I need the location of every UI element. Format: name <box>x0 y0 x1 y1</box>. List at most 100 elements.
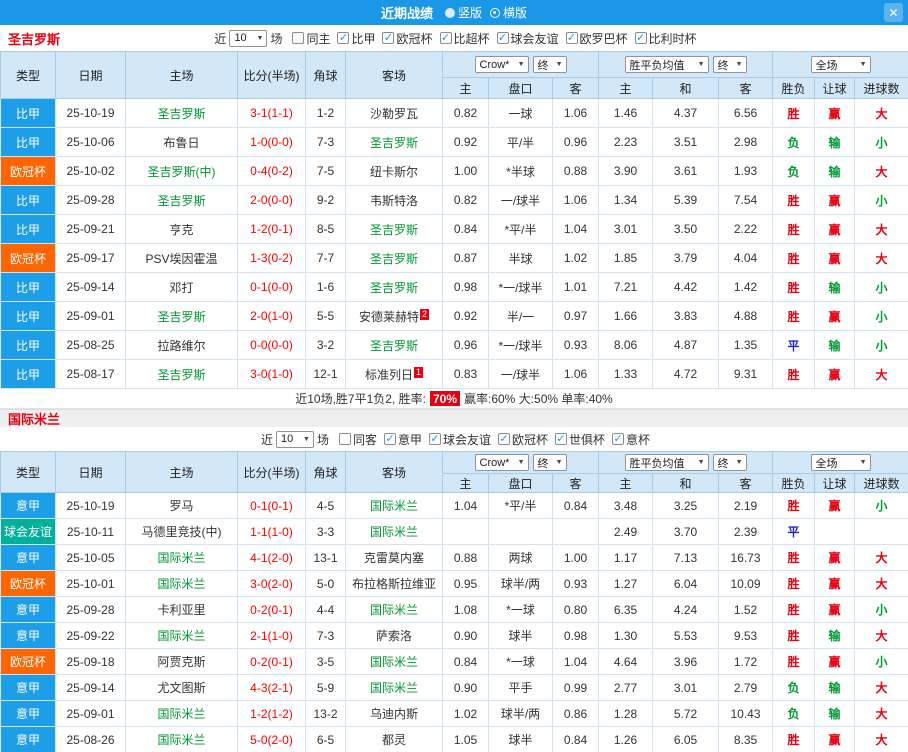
asia-final-select[interactable]: 终 ▼ <box>532 56 567 73</box>
cell-home-team[interactable]: 国际米兰 <box>125 544 238 571</box>
cell-score[interactable]: 1-1(1-0) <box>237 518 306 545</box>
europe-avg-select[interactable]: 胜平负均值 ▼ <box>624 454 709 471</box>
checkbox-icon[interactable]: ✓ <box>337 32 350 44</box>
filter-checkbox[interactable]: 同客 <box>338 431 377 448</box>
cell-home-team[interactable]: 圣吉罗斯 <box>125 359 238 389</box>
cell-home-team[interactable]: 尤文图斯 <box>125 674 238 701</box>
odds-company-select[interactable]: Crow* ▼ <box>474 454 529 471</box>
cell-home-team[interactable]: 罗马 <box>125 492 238 519</box>
checkbox-icon[interactable]: ✓ <box>634 32 647 44</box>
europe-final-select[interactable]: 终 ▼ <box>712 454 747 471</box>
cell-score[interactable]: 1-3(0-2) <box>237 243 306 273</box>
cell-score[interactable]: 1-2(1-2) <box>237 700 306 727</box>
cell-away-team[interactable]: 纽卡斯尔 <box>345 156 443 186</box>
filter-checkbox[interactable]: ✓ 欧罗巴杯 <box>565 30 628 47</box>
checkbox-icon[interactable]: ✓ <box>498 433 511 445</box>
filter-checkbox[interactable]: ✓ 球会友谊 <box>496 30 559 47</box>
odds-company-select[interactable]: Crow* ▼ <box>474 56 529 73</box>
cell-score[interactable]: 2-0(0-0) <box>237 185 306 215</box>
checkbox-icon[interactable]: ✓ <box>565 32 578 44</box>
full-match-select[interactable]: 全场 ▼ <box>810 454 871 471</box>
close-icon[interactable]: ✕ <box>884 3 903 22</box>
cell-away-team[interactable]: 萨索洛 <box>345 622 443 649</box>
cell-home-team[interactable]: 圣吉罗斯(中) <box>125 156 238 186</box>
filter-checkbox[interactable]: ✓ 比超杯 <box>439 30 490 47</box>
cell-score[interactable]: 0-1(0-0) <box>237 272 306 302</box>
filter-checkbox[interactable]: ✓ 意杯 <box>612 431 650 448</box>
cell-away-team[interactable]: 布拉格斯拉维亚 <box>345 570 443 597</box>
europe-avg-select[interactable]: 胜平负均值 ▼ <box>624 56 709 73</box>
cell-home-team[interactable]: 圣吉罗斯 <box>125 185 238 215</box>
match-count-select[interactable]: 10 ▼ <box>229 29 268 47</box>
match-count-select[interactable]: 10 ▼ <box>275 430 314 448</box>
cell-home-team[interactable]: 邓打 <box>125 272 238 302</box>
cell-score[interactable]: 1-0(0-0) <box>237 127 306 157</box>
cell-away-team[interactable]: 克雷莫内塞 <box>345 544 443 571</box>
filter-checkbox[interactable]: ✓ 球会友谊 <box>429 431 491 448</box>
filter-checkbox[interactable]: ✓ 意甲 <box>383 431 422 448</box>
cell-score[interactable]: 4-3(2-1) <box>237 674 306 701</box>
cell-away-team[interactable]: 安德莱赫特 2 <box>345 301 443 331</box>
cell-away-team[interactable]: 乌迪内斯 <box>345 700 443 727</box>
cell-score[interactable]: 2-1(1-0) <box>237 622 306 649</box>
cell-away-team[interactable]: 圣吉罗斯 <box>345 127 443 157</box>
checkbox-icon[interactable] <box>338 433 351 445</box>
cell-home-team[interactable]: 圣吉罗斯 <box>125 98 238 128</box>
full-match-select[interactable]: 全场 ▼ <box>810 56 871 73</box>
cell-score[interactable]: 0-2(0-1) <box>237 648 306 675</box>
cell-score[interactable]: 3-0(1-0) <box>237 359 306 389</box>
cell-away-team[interactable]: 圣吉罗斯 <box>345 272 443 302</box>
checkbox-icon[interactable] <box>292 32 305 44</box>
filter-checkbox[interactable]: ✓ 比甲 <box>337 30 375 47</box>
cell-score[interactable]: 3-0(2-0) <box>237 570 306 597</box>
cell-score[interactable]: 4-1(2-0) <box>237 544 306 571</box>
filter-checkbox[interactable]: 同主 <box>292 30 330 47</box>
cell-home-team[interactable]: 国际米兰 <box>125 700 238 727</box>
cell-home-team[interactable]: 阿贾克斯 <box>125 648 238 675</box>
cell-score[interactable]: 0-1(0-1) <box>237 492 306 519</box>
checkbox-icon[interactable]: ✓ <box>612 433 625 445</box>
filter-checkbox[interactable]: ✓ 比利时杯 <box>634 30 697 47</box>
checkbox-icon[interactable]: ✓ <box>439 32 452 44</box>
cell-away-team[interactable]: 圣吉罗斯 <box>345 214 443 244</box>
cell-away-team[interactable]: 国际米兰 <box>345 596 443 623</box>
cell-away-team[interactable]: 沙勒罗瓦 <box>345 98 443 128</box>
view-mode-radio[interactable]: 横版 <box>490 4 527 21</box>
checkbox-icon[interactable]: ✓ <box>496 32 509 44</box>
filter-checkbox[interactable]: ✓ 欧冠杯 <box>382 30 433 47</box>
cell-away-team[interactable]: 国际米兰 <box>345 518 443 545</box>
cell-away-team[interactable]: 韦斯特洛 <box>345 185 443 215</box>
view-mode-radio[interactable]: 竖版 <box>444 4 482 21</box>
cell-score[interactable]: 0-0(0-0) <box>237 330 306 360</box>
cell-away-team[interactable]: 圣吉罗斯 <box>345 243 443 273</box>
cell-score[interactable]: 5-0(2-0) <box>237 726 306 752</box>
cell-home-team[interactable]: 国际米兰 <box>125 622 238 649</box>
cell-score[interactable]: 0-2(0-1) <box>237 596 306 623</box>
cell-home-team[interactable]: 圣吉罗斯 <box>125 301 238 331</box>
cell-score[interactable]: 1-2(0-1) <box>237 214 306 244</box>
cell-home-team[interactable]: 布鲁日 <box>125 127 238 157</box>
cell-away-team[interactable]: 国际米兰 <box>345 674 443 701</box>
cell-home-team[interactable]: 国际米兰 <box>125 726 238 752</box>
cell-score[interactable]: 2-0(1-0) <box>237 301 306 331</box>
filter-checkbox[interactable]: ✓ 欧冠杯 <box>498 431 548 448</box>
cell-score[interactable]: 0-4(0-2) <box>237 156 306 186</box>
cell-away-team[interactable]: 国际米兰 <box>345 492 443 519</box>
filter-checkbox[interactable]: ✓ 世俱杯 <box>555 431 605 448</box>
cell-home-team[interactable]: 马德里竞技(中) <box>125 518 238 545</box>
cell-away-team[interactable]: 都灵 <box>345 726 443 752</box>
checkbox-icon[interactable]: ✓ <box>429 433 441 445</box>
checkbox-icon[interactable]: ✓ <box>382 32 395 44</box>
cell-away-team[interactable]: 圣吉罗斯 <box>345 330 443 360</box>
cell-home-team[interactable]: 国际米兰 <box>125 570 238 597</box>
cell-home-team[interactable]: 卡利亚里 <box>125 596 238 623</box>
cell-away-team[interactable]: 标准列日 1 <box>345 359 443 389</box>
cell-score[interactable]: 3-1(1-1) <box>237 98 306 128</box>
checkbox-icon[interactable]: ✓ <box>555 433 568 445</box>
cell-home-team[interactable]: 亨克 <box>125 214 238 244</box>
europe-final-select[interactable]: 终 ▼ <box>712 56 747 73</box>
asia-final-select[interactable]: 终 ▼ <box>532 454 567 471</box>
checkbox-icon[interactable]: ✓ <box>383 433 396 445</box>
cell-home-team[interactable]: PSV埃因霍温 <box>125 243 238 273</box>
cell-home-team[interactable]: 拉路维尔 <box>125 330 238 360</box>
